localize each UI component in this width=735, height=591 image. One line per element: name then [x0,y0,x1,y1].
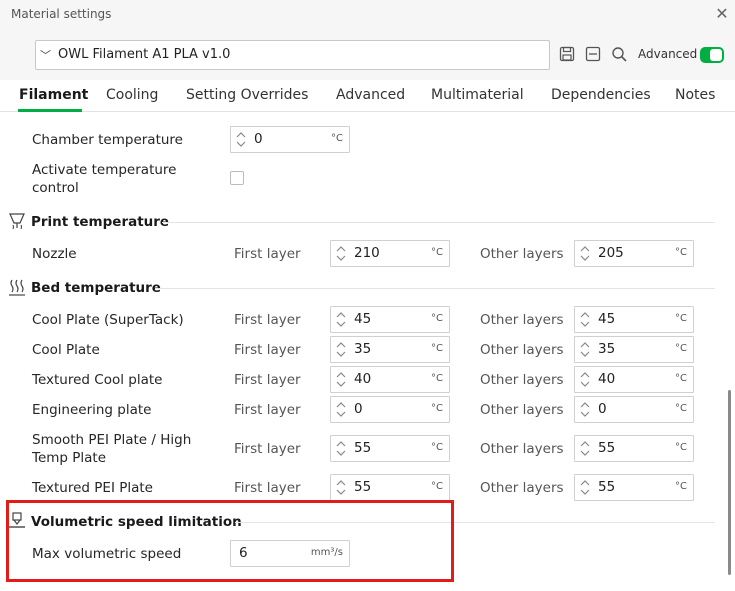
bed-row-label: Cool Plate (SuperTack) [32,312,184,328]
bed-temperature-title: Bed temperature [31,280,161,296]
active-tab-indicator [18,109,82,112]
spinner-icon[interactable] [334,438,348,459]
spinner-icon[interactable] [578,399,592,420]
bed-row-label: Engineering plate [32,402,152,418]
bed-first-layer-input[interactable]: 0 °C [330,396,450,423]
tab-advanced[interactable]: Advanced [336,87,405,103]
spinner-icon[interactable] [578,369,592,390]
print-temperature-title: Print temperature [31,214,170,230]
spinner-icon[interactable] [578,438,592,459]
tab-dependencies[interactable]: Dependencies [551,87,651,103]
nozzle-temperature-icon [9,213,25,230]
spinner-icon[interactable] [334,477,348,498]
title-bar: Material settings ✕ [0,0,735,30]
chamber-temperature-input[interactable]: 0 °C [230,126,350,153]
bed-other-layers-input[interactable]: 45 °C [574,306,694,333]
bed-row-label: Cool Plate [32,342,100,358]
tab-bar: Filament Cooling Setting Overrides Advan… [0,80,735,112]
bed-heat-icon [9,279,25,296]
bed-other-layers-input[interactable]: 55 °C [574,474,694,501]
spinner-icon[interactable] [234,129,248,150]
bed-other-layers-input[interactable]: 40 °C [574,366,694,393]
spinner-icon[interactable] [334,369,348,390]
highlight-box [6,500,454,582]
bed-first-layer-input[interactable]: 35 °C [330,336,450,363]
search-icon[interactable] [611,46,627,62]
bed-first-layer-input[interactable]: 55 °C [330,474,450,501]
bed-first-layer-input[interactable]: 40 °C [330,366,450,393]
spinner-icon[interactable] [334,339,348,360]
nozzle-label: Nozzle [32,246,77,262]
preset-value: OWL Filament A1 PLA v1.0 [58,47,231,62]
nozzle-other-layers-input[interactable]: 205 °C [574,240,694,267]
chamber-temperature-label: Chamber temperature [32,132,183,148]
tab-filament[interactable]: Filament [19,87,88,103]
save-icon[interactable] [559,46,575,62]
spinner-icon[interactable] [334,399,348,420]
spinner-icon[interactable] [334,309,348,330]
activate-temperature-label: Activate temperature [32,162,177,178]
nozzle-first-layer-input[interactable]: 210 °C [330,240,450,267]
bed-other-layers-input[interactable]: 35 °C [574,336,694,363]
bed-row-label: Textured PEI Plate [32,480,153,496]
activate-temperature-checkbox[interactable] [230,171,244,185]
tab-multimaterial[interactable]: Multimaterial [431,87,524,103]
bed-row-label-2: Temp Plate [32,450,107,466]
preset-dropdown[interactable]: ﹀ OWL Filament A1 PLA v1.0 [35,40,550,70]
advanced-label: Advanced [638,47,698,61]
activate-temperature-label-2: control [32,180,79,196]
spinner-icon[interactable] [578,243,592,264]
delete-preset-icon[interactable] [585,46,601,62]
spinner-icon[interactable] [334,243,348,264]
advanced-toggle[interactable] [700,47,724,63]
bed-first-layer-input[interactable]: 45 °C [330,306,450,333]
toolbar: ﹀ OWL Filament A1 PLA v1.0 Advanced [0,30,735,80]
window-title: Material settings [11,7,112,21]
vertical-scrollbar[interactable] [728,390,731,575]
spinner-icon[interactable] [578,339,592,360]
bed-first-layer-input[interactable]: 55 °C [330,435,450,462]
tab-cooling[interactable]: Cooling [106,87,158,103]
spinner-icon[interactable] [578,309,592,330]
bed-other-layers-input[interactable]: 0 °C [574,396,694,423]
spinner-icon[interactable] [578,477,592,498]
tab-notes[interactable]: Notes [675,87,715,103]
close-icon[interactable]: ✕ [713,5,731,23]
bed-row-label: Smooth PEI Plate / High [32,432,192,448]
bed-row-label: Textured Cool plate [32,372,163,388]
chevron-down-icon: ﹀ [40,49,51,62]
tab-setting-overrides[interactable]: Setting Overrides [186,87,308,103]
bed-other-layers-input[interactable]: 55 °C [574,435,694,462]
